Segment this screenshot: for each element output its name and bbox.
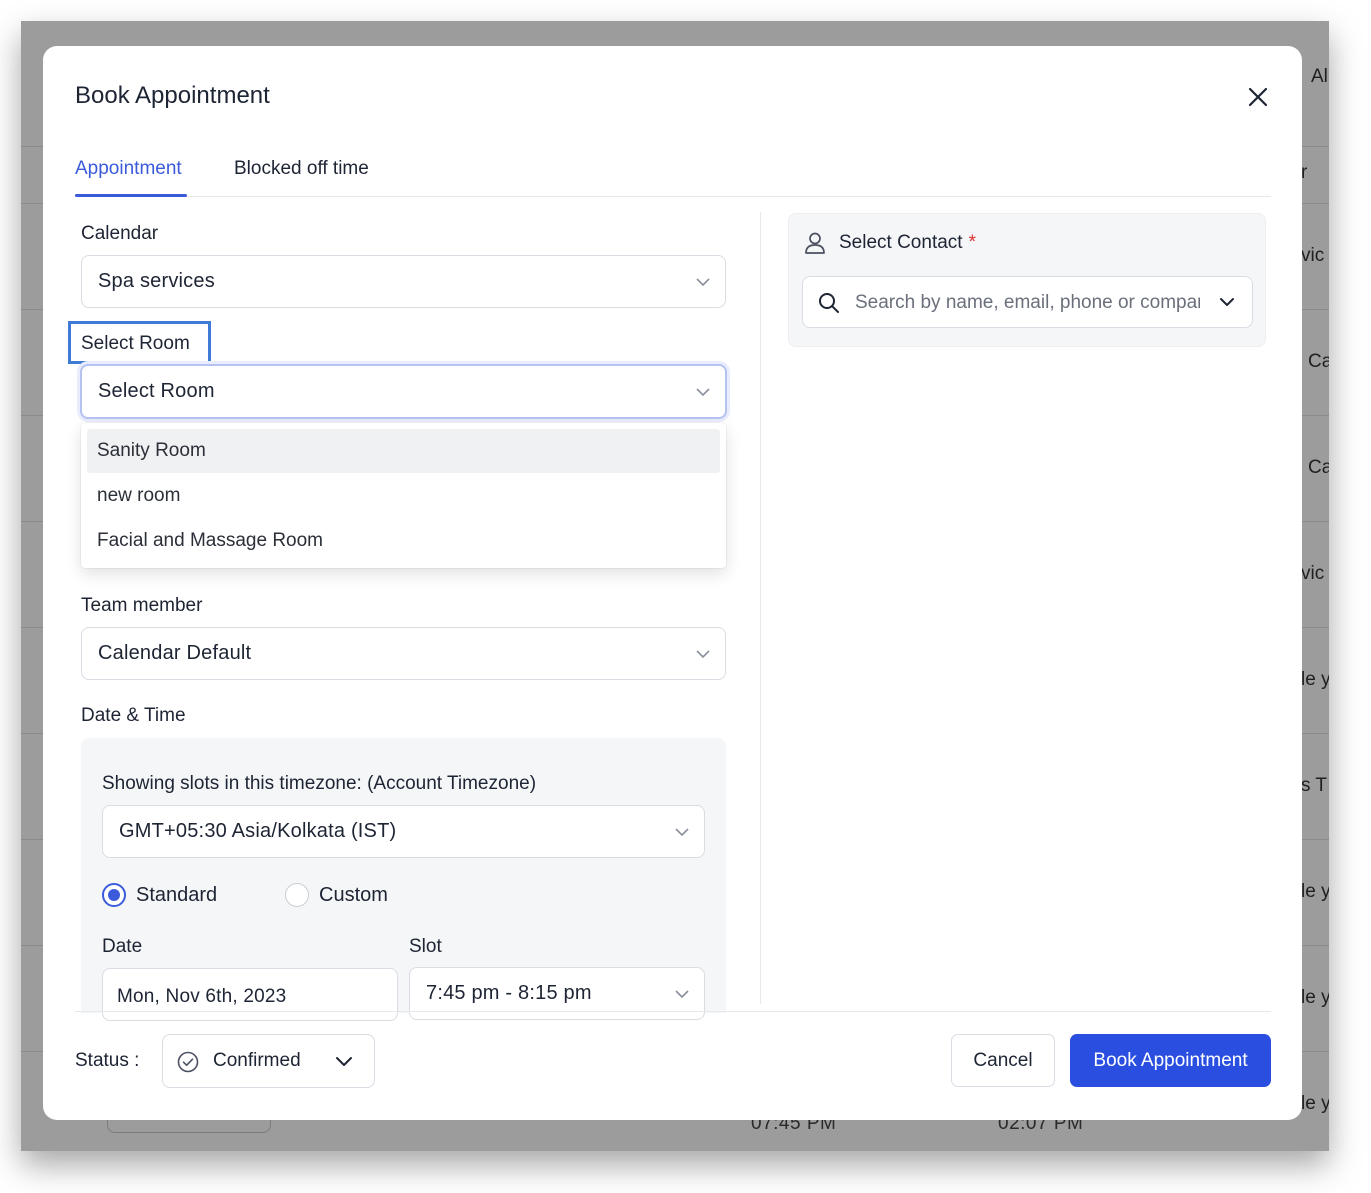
select-contact-label-text: Select Contact [839, 232, 963, 253]
room-option-sanity-room[interactable]: Sanity Room [87, 429, 720, 473]
timezone-value: GMT+05:30 Asia/Kolkata (IST) [119, 820, 397, 842]
footer-divider [75, 1011, 1271, 1012]
calendar-value: Spa services [98, 270, 215, 292]
team-member-label: Team member [81, 595, 203, 616]
date-picker[interactable]: Mon, Nov 6th, 2023 [102, 968, 398, 1021]
slot-value: 7:45 pm - 8:15 pm [426, 982, 592, 1004]
chevron-down-icon [696, 388, 710, 397]
standard-radio[interactable] [102, 883, 126, 907]
background-fragment: Al [1311, 66, 1328, 87]
required-mark: * [968, 232, 976, 253]
chevron-down-icon [675, 828, 689, 837]
tab-appointment[interactable]: Appointment [75, 158, 182, 180]
search-icon [819, 293, 839, 313]
room-option-facial-and-massage-room[interactable]: Facial and Massage Room [87, 519, 720, 563]
select-contact-card: Select Contact * [788, 213, 1266, 347]
room-select[interactable]: Select Room [80, 364, 727, 419]
status-value: Confirmed [213, 1050, 301, 1071]
slot-select[interactable]: 7:45 pm - 8:15 pm [409, 967, 705, 1020]
room-dropdown-menu: Sanity Room new room Facial and Massage … [81, 423, 726, 568]
calendar-select[interactable]: Spa services [81, 255, 726, 308]
date-time-panel: Showing slots in this timezone: (Account… [81, 738, 726, 1021]
room-value: Select Room [98, 380, 215, 402]
user-icon [805, 232, 825, 254]
chevron-down-icon [696, 278, 710, 287]
chevron-down-icon [336, 1057, 352, 1066]
book-appointment-button[interactable]: Book Appointment [1070, 1034, 1271, 1087]
date-value: Mon, Nov 6th, 2023 [117, 986, 287, 1007]
background-fragment: le y [1301, 987, 1329, 1008]
status-select[interactable]: Confirmed [162, 1034, 375, 1088]
close-button[interactable] [1243, 82, 1273, 112]
column-divider [760, 212, 761, 1004]
close-icon [1248, 87, 1268, 107]
modal-title: Book Appointment [75, 82, 270, 109]
team-member-value: Calendar Default [98, 642, 252, 664]
chevron-down-icon [696, 650, 710, 659]
chevron-down-icon [675, 990, 689, 999]
contact-search-field[interactable] [802, 276, 1253, 328]
background-fragment: vic [1301, 245, 1325, 266]
book-appointment-modal: Book Appointment Appointment Blocked off… [43, 46, 1302, 1120]
room-option-new-room[interactable]: new room [87, 474, 720, 518]
date-label: Date [102, 936, 143, 957]
background-fragment: le y [1301, 1093, 1329, 1114]
tab-blocked-off-time[interactable]: Blocked off time [234, 158, 369, 180]
select-room-label: Select Room [81, 333, 190, 354]
contact-search-input[interactable] [855, 290, 1200, 316]
select-contact-label: Select Contact * [839, 232, 976, 254]
background-fragment: Ca [1308, 351, 1329, 372]
slot-label: Slot [409, 936, 442, 957]
standard-radio-label: Standard [136, 884, 218, 906]
background-fragment: le y [1301, 669, 1329, 690]
timezone-select[interactable]: GMT+05:30 Asia/Kolkata (IST) [102, 805, 705, 858]
active-tab-indicator [75, 194, 187, 197]
calendar-label: Calendar [81, 223, 159, 244]
custom-radio[interactable] [285, 883, 309, 907]
background-fragment: Ca [1308, 457, 1329, 478]
tab-bar: Appointment Blocked off time [75, 154, 1271, 197]
cancel-button[interactable]: Cancel [951, 1034, 1055, 1087]
status-label: Status : [75, 1050, 140, 1071]
background-fragment: vic [1301, 563, 1325, 584]
date-time-label: Date & Time [81, 705, 186, 726]
background-fragment: le y [1301, 881, 1329, 902]
timezone-label: Showing slots in this timezone: (Account… [102, 773, 537, 794]
check-circle-icon [177, 1051, 199, 1073]
custom-radio-label: Custom [319, 884, 388, 906]
team-member-select[interactable]: Calendar Default [81, 627, 726, 680]
background-fragment: s T [1301, 775, 1328, 796]
chevron-down-icon[interactable] [1218, 295, 1236, 309]
